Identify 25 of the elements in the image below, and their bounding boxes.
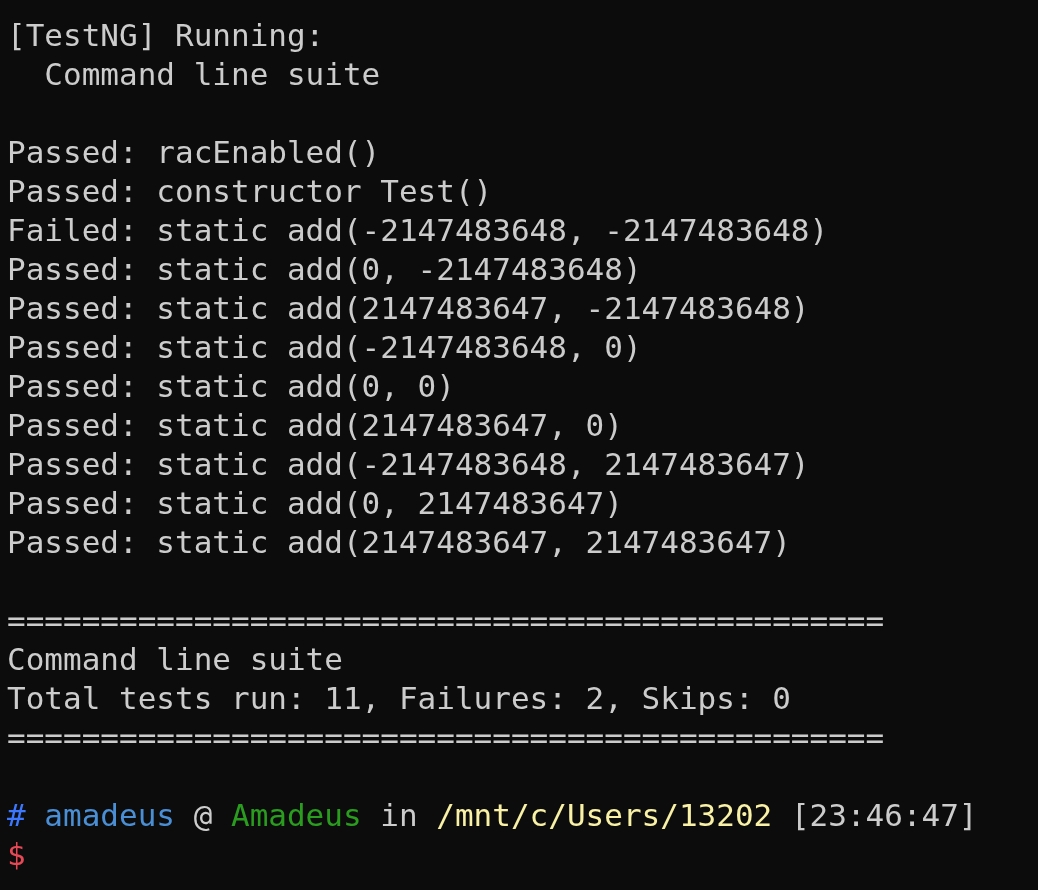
output-line: =============================================== — [7, 718, 885, 757]
output-line: =============================================== — [7, 601, 885, 640]
output-line: Passed: static add(0, 0) — [7, 367, 455, 406]
output-line: [TestNG] Running: — [7, 16, 325, 55]
prompt-text: @ — [193, 796, 213, 835]
output-line: Passed: static add(-2147483648, 2147483647) — [7, 445, 810, 484]
output-line: Passed: static add(0, -2147483648) — [7, 250, 642, 289]
output-line: Passed: racEnabled() — [7, 133, 381, 172]
output-line: Passed: constructor Test() — [7, 172, 493, 211]
prompt-text: [23:46:47] — [790, 796, 978, 835]
output-line: Passed: static add(2147483647, 2147483647) — [7, 523, 791, 562]
output-line: Command line suite — [43, 55, 381, 94]
output-line: Passed: static add(2147483647, 0) — [7, 406, 623, 445]
output-line: Failed: static add(-2147483648, -2147483648) — [7, 211, 829, 250]
prompt-text: amadeus — [44, 796, 175, 835]
prompt-symbol-text: $ — [7, 835, 26, 874]
output-line: Passed: static add(0, 2147483647) — [7, 484, 623, 523]
prompt-text: # — [7, 796, 26, 835]
output-line: Total tests run: 11, Failures: 2, Skips: 0 — [7, 679, 791, 718]
prompt-text: /mnt/c/Users/13202 — [436, 796, 773, 835]
prompt-text: Amadeus — [230, 796, 362, 835]
prompt-text: in — [380, 796, 418, 835]
output-line: Passed: static add(-2147483648, 0) — [7, 328, 642, 367]
output-line: Passed: static add(2147483647, -2147483648) — [7, 289, 810, 328]
output-line: Command line suite — [7, 640, 343, 679]
